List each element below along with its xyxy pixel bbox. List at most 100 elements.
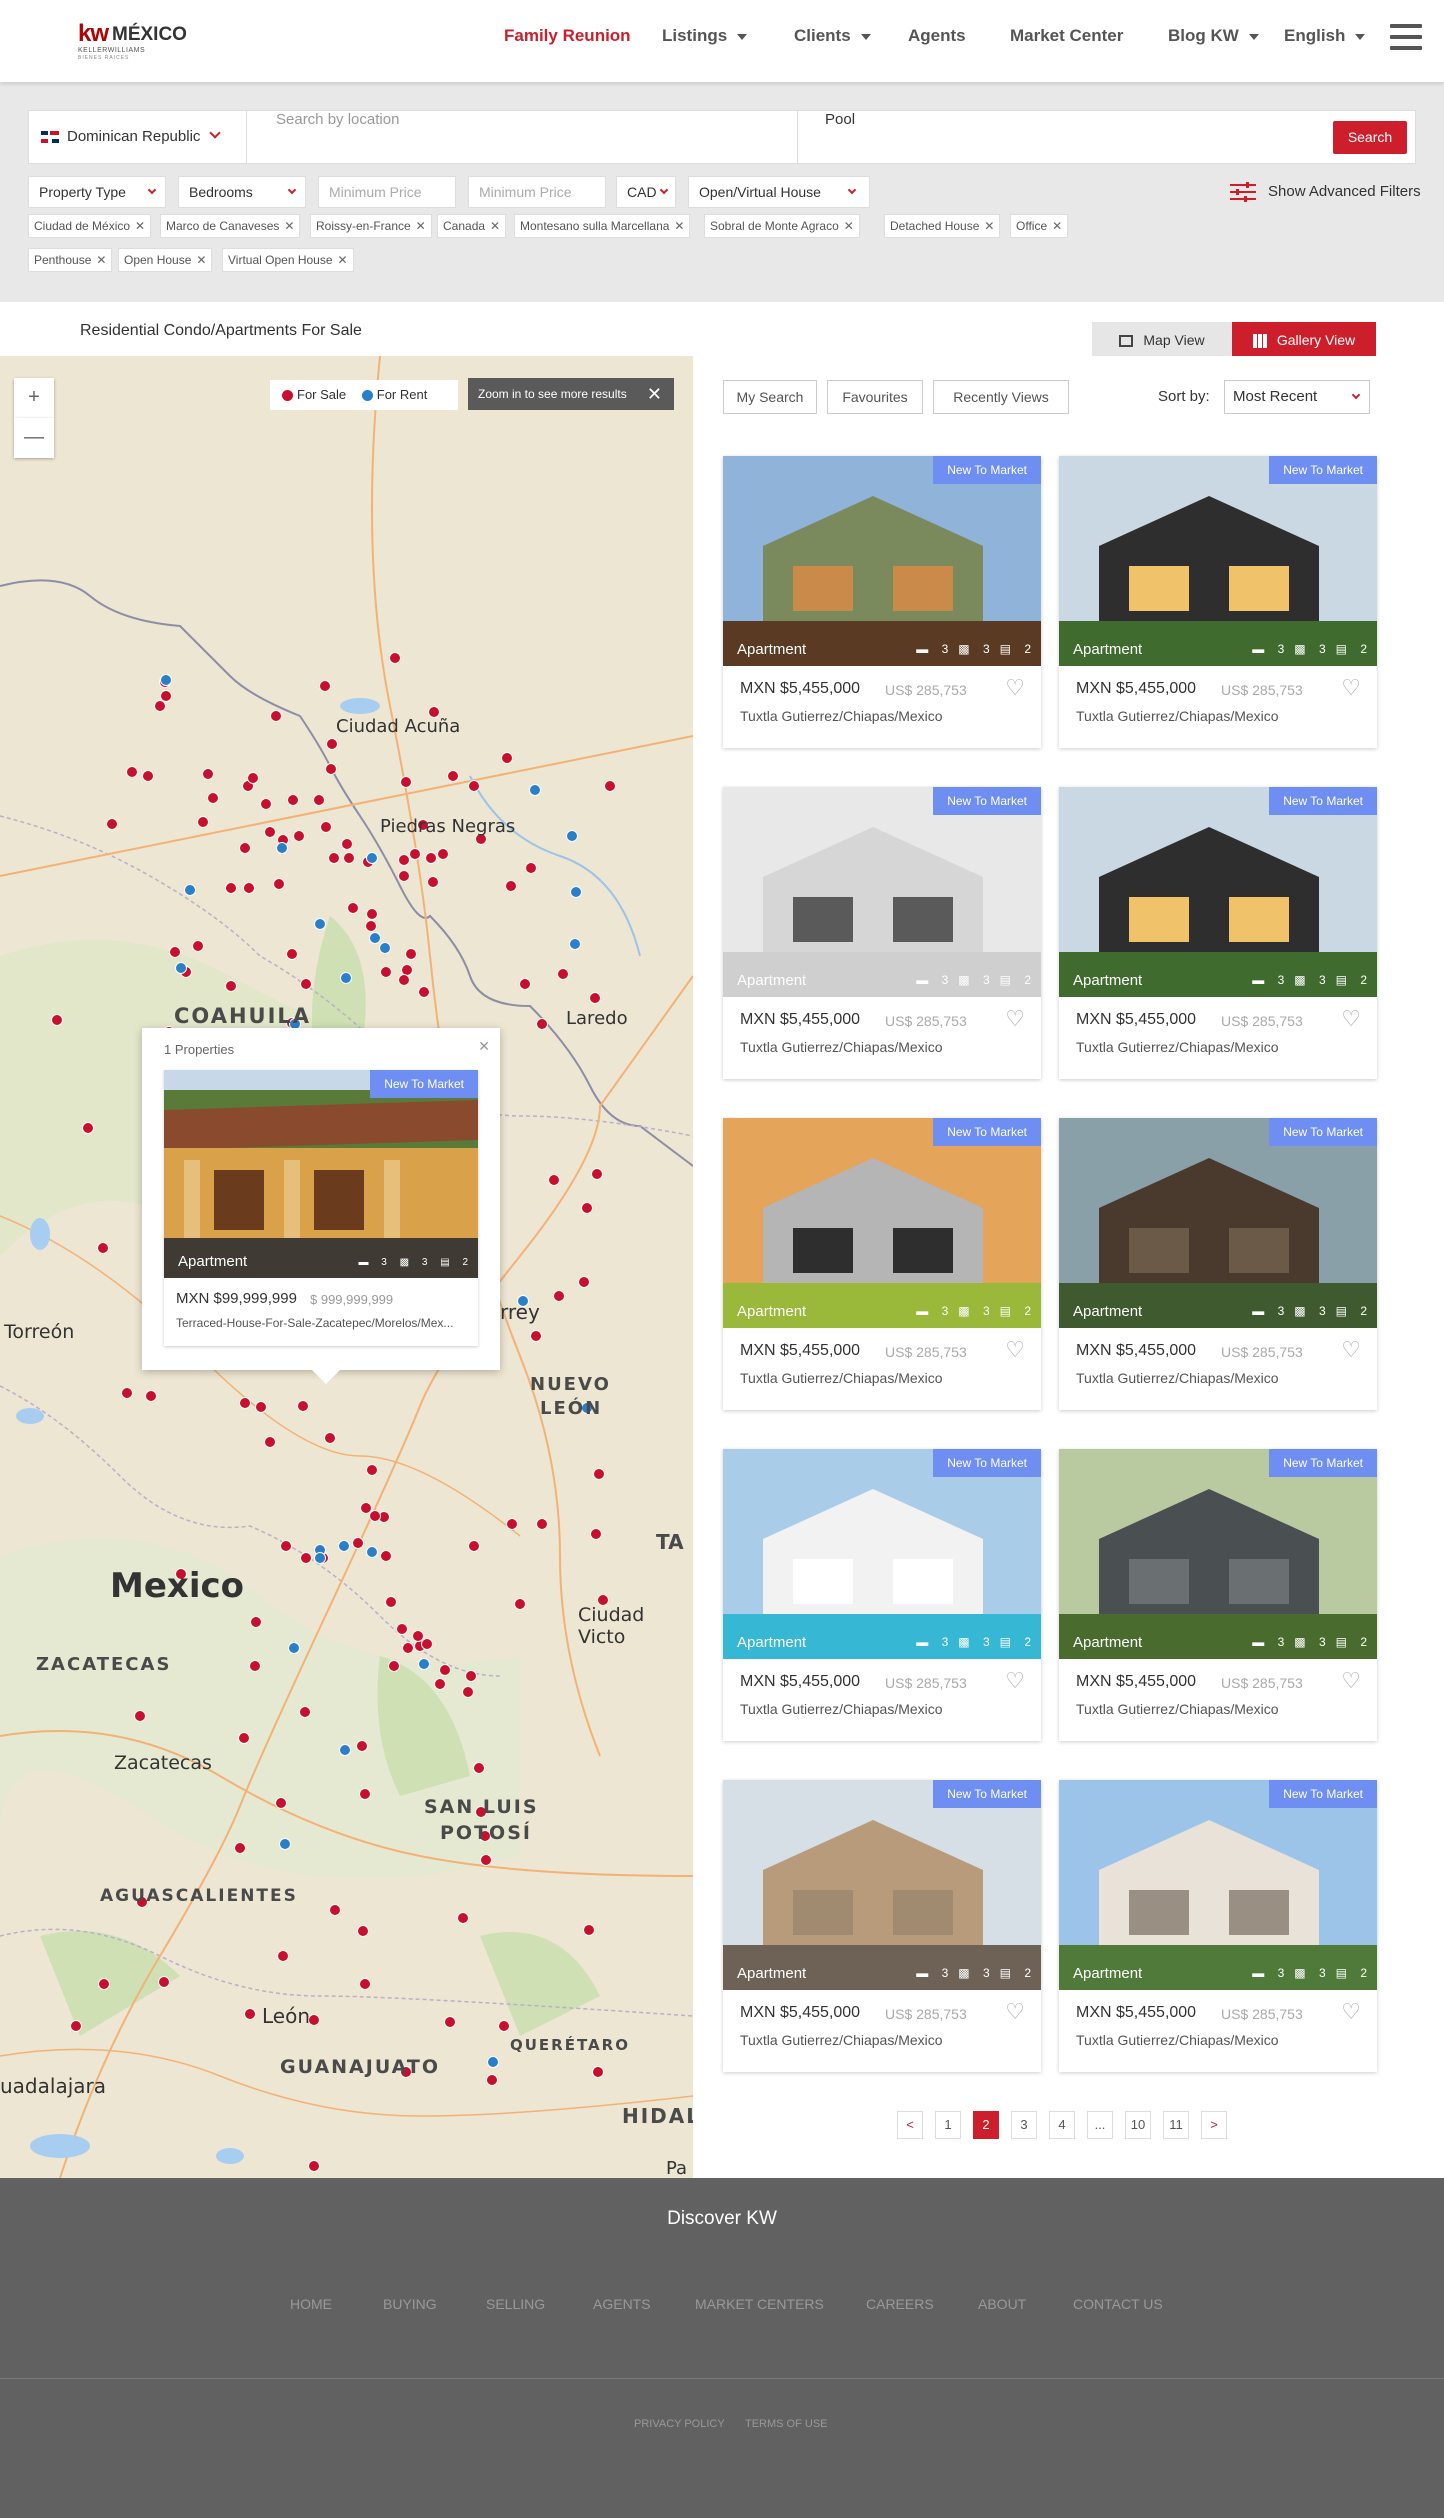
for-sale-marker[interactable]: [202, 768, 214, 780]
for-rent-marker[interactable]: [276, 842, 288, 854]
tab-recently-views[interactable]: Recently Views: [933, 380, 1069, 414]
popup-property-card[interactable]: New To Market Apartment ▬ 3 ▩ 3 ▤ 2 MXN …: [164, 1070, 478, 1346]
footer-link-agents[interactable]: AGENTS: [593, 2296, 651, 2312]
prev-page-button[interactable]: <: [897, 2111, 923, 2139]
footer-link-selling[interactable]: SELLING: [486, 2296, 545, 2312]
filter-chip[interactable]: Canada ✕: [437, 214, 507, 238]
for-sale-marker[interactable]: [437, 848, 449, 860]
terms-of-use-link[interactable]: TERMS OF USE: [745, 2418, 828, 2430]
for-rent-marker[interactable]: [314, 918, 326, 930]
favorite-heart-icon[interactable]: ♡: [1005, 676, 1025, 701]
for-sale-marker[interactable]: [270, 710, 282, 722]
for-sale-marker[interactable]: [320, 821, 332, 833]
nav-listings[interactable]: Listings: [662, 26, 748, 46]
remove-chip-icon[interactable]: ✕: [284, 215, 294, 237]
for-sale-marker[interactable]: [299, 1706, 311, 1718]
for-sale-marker[interactable]: [501, 752, 513, 764]
for-sale-marker[interactable]: [277, 1950, 289, 1962]
for-sale-marker[interactable]: [158, 1976, 170, 1988]
for-rent-marker[interactable]: [339, 1744, 351, 1756]
country-select[interactable]: Dominican Republic: [29, 111, 247, 163]
for-sale-marker[interactable]: [325, 763, 337, 775]
for-sale-marker[interactable]: [300, 978, 312, 990]
nav-agents[interactable]: Agents: [908, 26, 966, 46]
filter-chip[interactable]: Roissy-en-France ✕: [310, 214, 432, 238]
currency-select[interactable]: CAD: [616, 176, 676, 208]
footer-link-market-centers[interactable]: MARKET CENTERS: [695, 2296, 824, 2312]
for-sale-marker[interactable]: [590, 1528, 602, 1540]
for-sale-marker[interactable]: [247, 772, 259, 784]
for-rent-marker[interactable]: [338, 1540, 350, 1552]
for-sale-marker[interactable]: [380, 966, 392, 978]
nav-market-center[interactable]: Market Center: [1010, 26, 1123, 46]
remove-chip-icon[interactable]: ✕: [196, 249, 206, 271]
for-sale-marker[interactable]: [536, 1018, 548, 1030]
for-sale-marker[interactable]: [225, 980, 237, 992]
for-rent-marker[interactable]: [566, 830, 578, 842]
nav-clients[interactable]: Clients: [794, 26, 871, 46]
for-rent-marker[interactable]: [418, 1658, 430, 1670]
for-sale-marker[interactable]: [365, 920, 377, 932]
filter-chip[interactable]: Montesano sulla Marcellana ✕: [514, 214, 691, 238]
footer-link-home[interactable]: HOME: [290, 2296, 332, 2312]
for-sale-marker[interactable]: [434, 1678, 446, 1690]
for-sale-marker[interactable]: [473, 1762, 485, 1774]
for-sale-marker[interactable]: [126, 766, 138, 778]
for-sale-marker[interactable]: [145, 1390, 157, 1402]
for-sale-marker[interactable]: [592, 2066, 604, 2078]
for-rent-marker[interactable]: [184, 884, 196, 896]
nav-blog-kw[interactable]: Blog KW: [1168, 26, 1259, 46]
for-sale-marker[interactable]: [286, 948, 298, 960]
favorite-heart-icon[interactable]: ♡: [1341, 1338, 1361, 1363]
for-sale-marker[interactable]: [548, 1174, 560, 1186]
close-icon[interactable]: ✕: [478, 1038, 490, 1055]
for-sale-marker[interactable]: [519, 978, 531, 990]
bedrooms-select[interactable]: Bedrooms: [178, 176, 306, 208]
remove-chip-icon[interactable]: ✕: [1052, 215, 1062, 237]
listing-card[interactable]: New To Market Apartment ▬ 3 ▩ 3 ▤ 2 MXN $5,45…: [723, 1449, 1041, 1741]
for-sale-marker[interactable]: [468, 780, 480, 792]
for-rent-marker[interactable]: [379, 942, 391, 954]
for-sale-marker[interactable]: [326, 738, 338, 750]
for-sale-marker[interactable]: [249, 1660, 261, 1672]
for-rent-marker[interactable]: [288, 1642, 300, 1654]
gallery-view-button[interactable]: Gallery View: [1232, 322, 1376, 358]
for-sale-marker[interactable]: [480, 1854, 492, 1866]
for-rent-marker[interactable]: [487, 2056, 499, 2068]
page-button[interactable]: 10: [1125, 2111, 1151, 2139]
for-sale-marker[interactable]: [319, 680, 331, 692]
map-view-button[interactable]: Map View: [1092, 322, 1232, 358]
page-button[interactable]: 11: [1163, 2111, 1189, 2139]
favorite-heart-icon[interactable]: ♡: [1341, 1669, 1361, 1694]
for-sale-marker[interactable]: [106, 818, 118, 830]
for-sale-marker[interactable]: [51, 1014, 63, 1026]
for-sale-marker[interactable]: [275, 1797, 287, 1809]
favorite-heart-icon[interactable]: ♡: [1005, 1338, 1025, 1363]
for-sale-marker[interactable]: [427, 876, 439, 888]
listing-card[interactable]: New To Market Apartment ▬ 3 ▩ 3 ▤ 2 MXN $5,45…: [1059, 1449, 1377, 1741]
for-sale-marker[interactable]: [357, 1925, 369, 1937]
listing-card[interactable]: New To Market Apartment ▬ 3 ▩ 3 ▤ 2 MXN $5,45…: [1059, 456, 1377, 748]
favorite-heart-icon[interactable]: ♡: [1341, 676, 1361, 701]
for-sale-marker[interactable]: [293, 830, 305, 842]
for-sale-marker[interactable]: [405, 948, 417, 960]
for-sale-marker[interactable]: [356, 1740, 368, 1752]
for-rent-marker[interactable]: [369, 932, 381, 944]
page-button[interactable]: 1: [935, 2111, 961, 2139]
page-button[interactable]: 4: [1049, 2111, 1075, 2139]
nav-language[interactable]: English: [1284, 26, 1366, 46]
for-sale-marker[interactable]: [506, 1518, 518, 1530]
for-sale-marker[interactable]: [457, 1912, 469, 1924]
for-sale-marker[interactable]: [324, 1432, 336, 1444]
for-sale-marker[interactable]: [239, 842, 251, 854]
for-sale-marker[interactable]: [82, 1122, 94, 1134]
for-sale-marker[interactable]: [359, 1788, 371, 1800]
for-rent-marker[interactable]: [340, 972, 352, 984]
remove-chip-icon[interactable]: ✕: [844, 215, 854, 237]
hamburger-icon[interactable]: [1390, 24, 1422, 54]
for-sale-marker[interactable]: [169, 946, 181, 958]
for-rent-marker[interactable]: [175, 962, 187, 974]
for-sale-marker[interactable]: [398, 870, 410, 882]
for-sale-marker[interactable]: [313, 794, 325, 806]
for-sale-marker[interactable]: [234, 1842, 246, 1854]
